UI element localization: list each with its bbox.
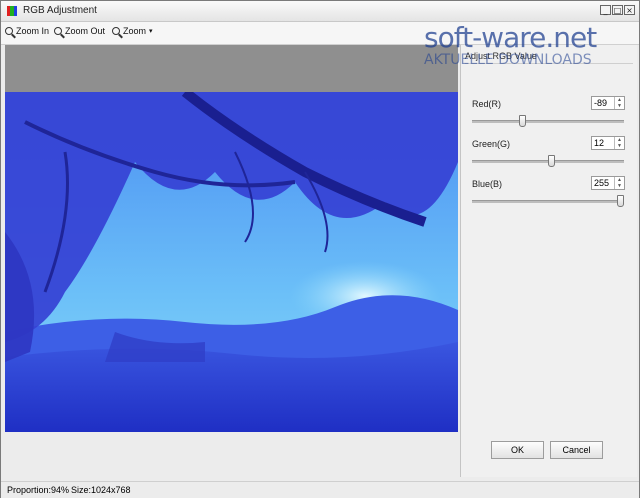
close-button[interactable]: × xyxy=(624,5,635,15)
zoom-dropdown[interactable]: Zoom ▾ xyxy=(112,26,153,36)
red-down-icon[interactable]: ▼ xyxy=(615,103,624,109)
zoom-out-icon xyxy=(54,27,62,35)
blue-slider-track[interactable] xyxy=(472,200,624,203)
size-text: Size:1024x768 xyxy=(71,485,131,495)
zoom-in-button[interactable]: Zoom In xyxy=(5,26,49,36)
zoom-out-label: Zoom Out xyxy=(65,26,106,36)
ok-button[interactable]: OK xyxy=(491,441,544,459)
red-slider-thumb[interactable] xyxy=(519,115,527,127)
chevron-down-icon: ▾ xyxy=(149,28,153,35)
red-spinbox[interactable]: -89 ▲ ▼ xyxy=(591,96,625,110)
app-icon xyxy=(7,6,17,16)
adjustment-panel: Adjust RGB Value Red(R) -89 ▲ ▼ Green(G) … xyxy=(460,45,637,477)
title-bar[interactable]: RGB Adjustment _ □ × xyxy=(1,1,639,22)
blue-label: Blue(B) xyxy=(472,179,503,189)
blue-value[interactable]: 255 xyxy=(592,177,614,189)
preview-image xyxy=(5,92,458,432)
zoom-in-label: Zoom In xyxy=(16,26,50,36)
red-slider-track[interactable] xyxy=(472,120,624,123)
blue-spinbox[interactable]: 255 ▲ ▼ xyxy=(591,176,625,190)
green-label: Green(G) xyxy=(472,139,511,149)
zoom-icon xyxy=(112,27,120,35)
green-spinbox[interactable]: 12 ▲ ▼ xyxy=(591,136,625,150)
green-down-icon[interactable]: ▼ xyxy=(615,143,624,149)
zoom-label: Zoom xyxy=(123,26,147,36)
image-canvas[interactable] xyxy=(5,45,458,432)
window-title: RGB Adjustment xyxy=(23,5,97,16)
blue-slider-thumb[interactable] xyxy=(617,195,624,207)
minimize-button[interactable]: _ xyxy=(600,5,611,15)
maximize-button[interactable]: □ xyxy=(612,5,623,15)
proportion-text: Proportion:94% xyxy=(7,485,70,495)
status-bar: Proportion:94% Size:1024x768 xyxy=(1,481,639,498)
green-value[interactable]: 12 xyxy=(592,137,614,149)
red-label: Red(R) xyxy=(472,99,502,109)
group-title: Adjust RGB Value xyxy=(465,51,537,61)
rgb-adjustment-window: RGB Adjustment _ □ × Zoom In Zoom Out Zo… xyxy=(0,0,640,498)
red-value[interactable]: -89 xyxy=(592,97,614,109)
green-slider-thumb[interactable] xyxy=(547,155,555,167)
zoom-out-button[interactable]: Zoom Out xyxy=(54,26,105,36)
blue-down-icon[interactable]: ▼ xyxy=(615,183,624,189)
zoom-in-icon xyxy=(5,27,13,35)
cancel-button[interactable]: Cancel xyxy=(550,441,603,459)
toolbar: Zoom In Zoom Out Zoom ▾ xyxy=(1,22,639,45)
